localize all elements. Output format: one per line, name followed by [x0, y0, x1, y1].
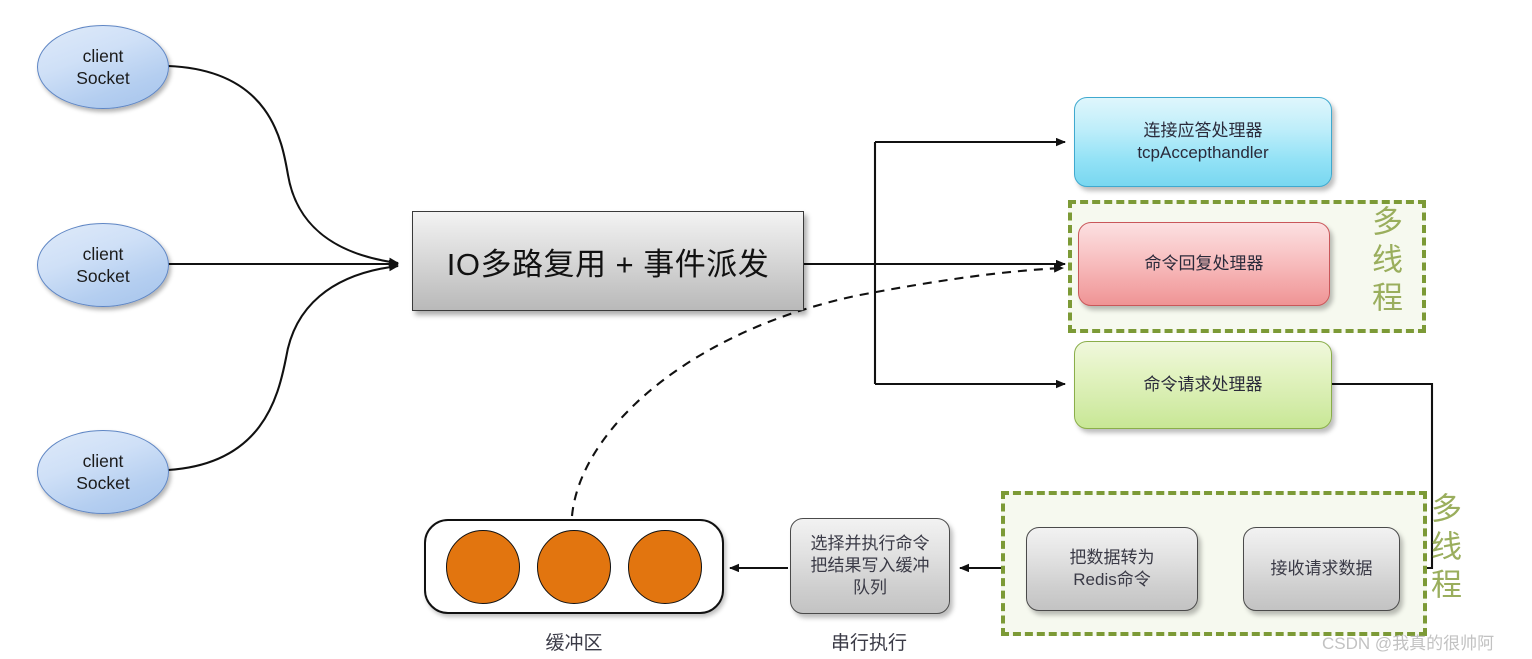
execute-command-line3: 队列 — [853, 578, 887, 598]
client-socket-3-line1: client — [82, 450, 124, 471]
execute-command-box[interactable]: 选择并执行命令 把结果写入缓冲 队列 — [790, 518, 950, 614]
command-reply-handler-box[interactable]: 命令回复处理器 — [1078, 222, 1330, 306]
client-socket-1-line1: client — [82, 45, 124, 66]
buffer-caption: 缓冲区 — [545, 633, 603, 654]
execute-command-line1: 选择并执行命令 — [810, 533, 930, 553]
buffer-queue-box[interactable] — [424, 519, 724, 614]
convert-to-redis-command-line1: 把数据转为 — [1069, 547, 1155, 567]
csdn-watermark: CSDN @我真的很帅阿 — [1322, 634, 1495, 653]
command-reply-handler-label: 命令回复处理器 — [1144, 253, 1264, 273]
client-socket-1-line2: Socket — [76, 68, 130, 88]
receive-request-data-box[interactable]: 接收请求数据 — [1243, 527, 1400, 611]
convert-to-redis-command-line2: Redis命令 — [1073, 570, 1151, 589]
client-socket-2-line2: Socket — [76, 266, 130, 286]
client-socket-1[interactable]: client Socket — [37, 25, 169, 109]
io-multiplexing-label: IO多路复用 + 事件派发 — [446, 246, 770, 282]
buffer-item-2 — [536, 529, 611, 604]
command-request-handler-box[interactable]: 命令请求处理器 — [1074, 341, 1332, 429]
client-socket-3[interactable]: client Socket — [37, 430, 169, 514]
convert-to-redis-command-box[interactable]: 把数据转为 Redis命令 — [1026, 527, 1198, 611]
client-socket-2[interactable]: client Socket — [37, 223, 169, 307]
receive-request-data-label: 接收请求数据 — [1270, 558, 1373, 578]
client-socket-2-line1: client — [82, 243, 124, 264]
execute-command-line2: 把结果写入缓冲 — [810, 555, 930, 575]
command-request-handler-label: 命令请求处理器 — [1143, 374, 1263, 394]
tcp-accept-handler-line2: tcpAccepthandler — [1137, 143, 1269, 162]
serial-execution-caption: 串行执行 — [830, 633, 907, 654]
tcp-accept-handler-box[interactable]: 连接应答处理器 tcpAccepthandler — [1074, 97, 1332, 187]
client-socket-3-line2: Socket — [76, 473, 130, 493]
tcp-accept-handler-line1: 连接应答处理器 — [1143, 120, 1263, 140]
buffer-item-3 — [627, 529, 702, 604]
io-multiplexing-box[interactable]: IO多路复用 + 事件派发 — [412, 211, 804, 311]
buffer-item-1 — [446, 529, 521, 604]
multithread-group-bottom-label: 多线程 — [1425, 492, 1461, 606]
diagram-canvas: client Socket client Socket client Socke… — [0, 0, 1532, 659]
multithread-group-top-label: 多线程 — [1366, 205, 1402, 319]
